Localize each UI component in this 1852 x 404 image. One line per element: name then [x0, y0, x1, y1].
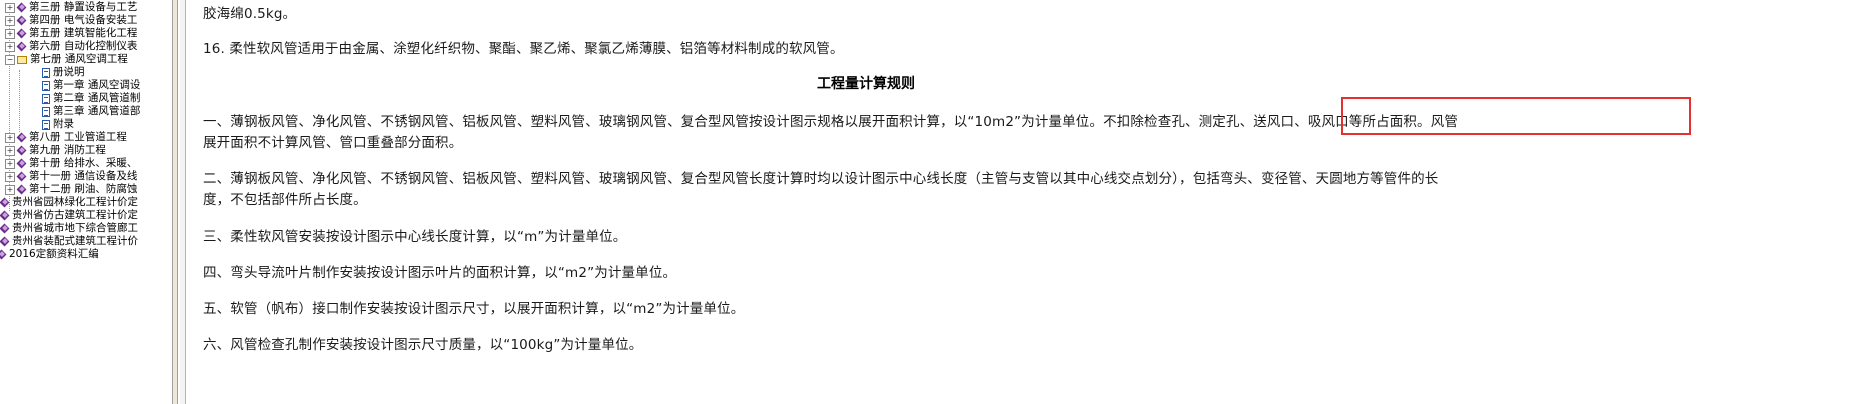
- tree-item-prefab-building[interactable]: 贵州省装配式建筑工程计价: [0, 235, 138, 248]
- document-icon: [42, 93, 50, 104]
- expand-icon[interactable]: +: [5, 132, 15, 143]
- expand-icon[interactable]: +: [5, 28, 15, 39]
- tree-item-appendix[interactable]: 附录: [42, 118, 74, 131]
- tree-item-ancient-building[interactable]: 贵州省仿古建筑工程计价定: [0, 209, 138, 222]
- highlight-box: [1341, 97, 1691, 135]
- tree-item-label: 2016定额资料汇编: [9, 248, 99, 260]
- tree-item-label: 第十一册 通信设备及线: [29, 170, 138, 182]
- book-icon: [17, 146, 26, 155]
- book-icon: [17, 133, 26, 142]
- tree-item-volume-10[interactable]: + 第十册 给排水、采暖、: [5, 157, 137, 170]
- expand-icon[interactable]: +: [5, 171, 15, 182]
- tree-item-label: 第九册 消防工程: [29, 144, 106, 156]
- book-icon: [0, 198, 9, 207]
- book-icon: [17, 172, 26, 181]
- rule-2-line-2: 度，不包括部件所占长度。: [203, 192, 367, 208]
- tree-item-label: 第一章 通风空调设: [53, 79, 141, 91]
- tree-item-label: 附录: [53, 118, 74, 130]
- tree-item-volume-5[interactable]: + 第五册 建筑智能化工程: [5, 27, 137, 40]
- expand-icon[interactable]: +: [5, 184, 15, 195]
- collapse-icon[interactable]: −: [5, 54, 15, 65]
- book-icon: [17, 159, 26, 168]
- document-icon: [42, 67, 50, 78]
- tree-item-label: 第五册 建筑智能化工程: [29, 27, 138, 39]
- rule-5: 五、软管（帆布）接口制作安装按设计图示尺寸，以展开面积计算，以“m2”为计量单位…: [203, 301, 745, 317]
- tree-scrollbar[interactable]: [180, 0, 186, 404]
- tree-item-volume-3[interactable]: + 第三册 静置设备与工艺: [5, 1, 137, 14]
- rule-2-line-1: 二、薄钢板风管、净化风管、不锈钢风管、铝板风管、塑料风管、玻璃钢风管、复合型风管…: [203, 171, 1439, 187]
- tree-item-volume-notes[interactable]: 册说明: [42, 66, 85, 79]
- tree-item-label: 第三章 通风管道部: [53, 105, 141, 117]
- book-icon: [0, 211, 9, 220]
- tree-item-label: 第三册 静置设备与工艺: [29, 1, 138, 13]
- tree-guide-line: [19, 70, 20, 132]
- rule-4: 四、弯头导流叶片制作安装按设计图示叶片的面积计算，以“m2”为计量单位。: [203, 265, 677, 281]
- document-icon: [42, 106, 50, 117]
- section-heading: 工程量计算规则: [817, 76, 915, 92]
- rule-6: 六、风管检查孔制作安装按设计图示尺寸质量，以“100kg”为计量单位。: [203, 337, 643, 353]
- book-icon: [0, 237, 9, 246]
- tree-item-label: 册说明: [53, 66, 85, 78]
- tree-item-chapter-2[interactable]: 第二章 通风管道制: [42, 92, 140, 105]
- tree-item-volume-11[interactable]: + 第十一册 通信设备及线: [5, 170, 137, 183]
- tree-item-volume-9[interactable]: + 第九册 消防工程: [5, 144, 106, 157]
- book-icon: [17, 29, 26, 38]
- document-icon: [42, 80, 50, 91]
- tree-item-label: 贵州省园林绿化工程计价定: [12, 196, 138, 208]
- tree-item-label: 第六册 自动化控制仪表: [29, 40, 138, 52]
- pane-splitter[interactable]: [172, 0, 178, 404]
- rule-1-line-2: 展开面积不计算风管、管口重叠部分面积。: [203, 135, 463, 151]
- expand-icon[interactable]: +: [5, 41, 15, 52]
- text-line: 16. 柔性软风管适用于由金属、涂塑化纤织物、聚酯、聚乙烯、聚氯乙烯薄膜、铝箔等…: [203, 41, 844, 57]
- rule-3: 三、柔性软风管安装按设计图示中心线长度计算，以“m”为计量单位。: [203, 229, 627, 245]
- tree-item-chapter-3[interactable]: 第三章 通风管道部: [42, 105, 140, 118]
- open-book-icon: [17, 55, 27, 64]
- text-line: 胶海绵0.5kg。: [203, 6, 297, 22]
- tree-item-label: 贵州省装配式建筑工程计价: [12, 235, 138, 247]
- book-icon: [17, 42, 26, 51]
- expand-icon[interactable]: +: [5, 145, 15, 156]
- tree-item-label: 第八册 工业管道工程: [29, 131, 127, 143]
- tree-item-volume-4[interactable]: + 第四册 电气设备安装工: [5, 14, 137, 27]
- document-content: 胶海绵0.5kg。 16. 柔性软风管适用于由金属、涂塑化纤织物、聚酯、聚乙烯、…: [190, 0, 1852, 404]
- tree-item-volume-6[interactable]: + 第六册 自动化控制仪表: [5, 40, 137, 53]
- book-icon: [0, 224, 9, 233]
- tree-item-label: 第七册 通风空调工程: [30, 53, 128, 65]
- tree-item-label: 第四册 电气设备安装工: [29, 14, 138, 26]
- tree-item-landscape[interactable]: 贵州省园林绿化工程计价定: [0, 196, 138, 209]
- book-icon: [0, 250, 6, 259]
- tree-item-label: 第二章 通风管道制: [53, 92, 141, 104]
- expand-icon[interactable]: +: [5, 15, 15, 26]
- tree-item-volume-12[interactable]: + 第十二册 刷油、防腐蚀: [5, 183, 137, 196]
- tree-item-label: 第十二册 刷油、防腐蚀: [29, 183, 138, 195]
- book-icon: [17, 16, 26, 25]
- tree-item-volume-8[interactable]: + 第八册 工业管道工程: [5, 131, 127, 144]
- tree-item-label: 贵州省城市地下综合管廊工: [12, 222, 138, 234]
- tree-item-2016-compilation[interactable]: 2016定额资料汇编: [0, 248, 99, 261]
- tree-item-label: 贵州省仿古建筑工程计价定: [12, 209, 138, 221]
- tree-item-label: 第十册 给排水、采暖、: [29, 157, 138, 169]
- book-icon: [17, 185, 26, 194]
- book-icon: [17, 3, 26, 12]
- tree-item-utility-tunnel[interactable]: 贵州省城市地下综合管廊工: [0, 222, 138, 235]
- document-icon: [42, 119, 50, 130]
- expand-icon[interactable]: +: [5, 2, 15, 13]
- chapter-tree[interactable]: + 第三册 静置设备与工艺 + 第四册 电气设备安装工 + 第五册 建筑智能化工…: [0, 0, 172, 404]
- expand-icon[interactable]: +: [5, 158, 15, 169]
- rule-1-line-1: 一、薄钢板风管、净化风管、不锈钢风管、铝板风管、塑料风管、玻璃钢风管、复合型风管…: [203, 114, 1459, 130]
- tree-item-chapter-1[interactable]: 第一章 通风空调设: [42, 79, 140, 92]
- tree-item-volume-7[interactable]: − 第七册 通风空调工程: [5, 53, 128, 66]
